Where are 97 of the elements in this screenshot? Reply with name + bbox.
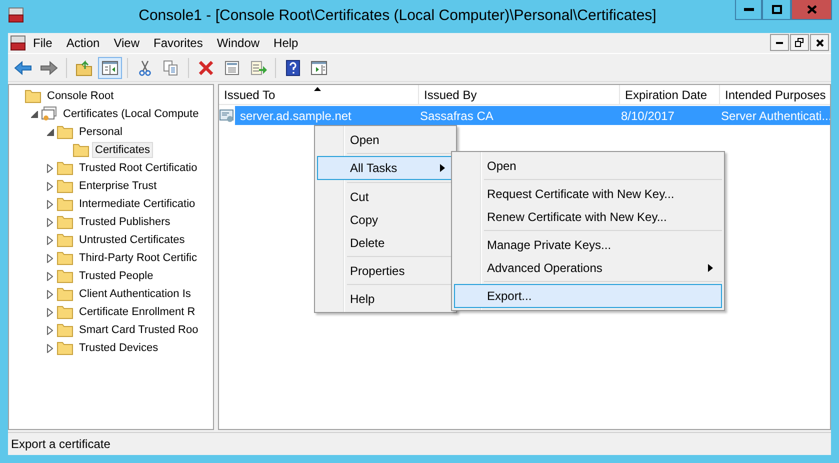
menu-bar-item[interactable]: Action [59,36,107,50]
minimize-icon [744,8,754,11]
menu-bar-item[interactable]: File [26,36,60,50]
collapsed-arrow-icon[interactable] [47,218,53,226]
collapsed-arrow-icon[interactable] [47,272,53,280]
collapsed-arrow-icon[interactable] [47,254,53,262]
maximize-button[interactable] [762,0,791,20]
folder-icon [57,125,73,139]
folder-up-icon [76,60,92,76]
menu-item[interactable]: Cut [317,185,454,208]
folder-icon [57,179,73,193]
close-button[interactable] [810,34,829,51]
menu-bar-item[interactable]: View [106,36,146,50]
column-header[interactable]: Intended Purposes [720,85,830,104]
minimize-icon [776,42,783,44]
folder-icon [57,305,73,319]
collapsed-arrow-icon[interactable] [47,236,53,244]
menu-item[interactable]: Help [317,287,454,310]
properties-icon [224,60,240,76]
folder-icon [57,161,73,175]
tree-item[interactable]: Certificate Enrollment R [76,304,198,320]
expanded-arrow-icon[interactable] [46,128,54,136]
tree-item[interactable]: Trusted Devices [76,340,162,356]
folder-icon [57,341,73,355]
menu-item[interactable]: Copy [317,208,454,231]
certificate-icon [219,108,235,124]
app-icon [8,7,24,23]
folder-icon [57,251,73,265]
menu-item[interactable]: Open [454,154,722,177]
folder-icon [57,269,73,283]
restore-button[interactable] [790,34,809,51]
help-icon [286,60,300,76]
menu-item[interactable]: Open [317,128,454,151]
table-cell: 8/10/2017 [616,106,716,125]
tree-item[interactable]: Enterprise Trust [76,178,160,194]
menu-item[interactable]: Properties [317,259,454,282]
tree-item[interactable]: Personal [76,124,126,140]
restore-icon [795,38,804,47]
collapsed-arrow-icon[interactable] [47,290,53,298]
folder-icon [73,143,89,157]
menu-item[interactable]: Renew Certificate with New Key... [454,205,722,228]
toolbar-button[interactable] [98,56,122,78]
column-header[interactable]: Issued To [219,85,419,104]
status-bar: Export a certificate [8,432,831,455]
action-pane-icon [311,60,327,74]
copy-icon [163,60,179,76]
menu-item[interactable]: Advanced Operations [454,256,722,279]
menu-item[interactable]: Delete [317,231,454,254]
back-arrow-icon [14,60,32,74]
collapsed-arrow-icon[interactable] [47,182,53,190]
tree-item[interactable]: Trusted Publishers [76,214,174,230]
menu-item[interactable]: Export... [454,284,722,308]
tree-item[interactable]: Third-Party Root Certific [76,250,200,266]
folder-icon [57,215,73,229]
tree-item[interactable]: Intermediate Certificatio [76,196,198,212]
tree-item[interactable]: Trusted People [76,268,156,284]
menu-bar-item[interactable]: Favorites [146,36,210,50]
minimize-button[interactable] [735,0,762,20]
collapsed-arrow-icon[interactable] [47,308,53,316]
column-header[interactable]: Expiration Date [620,85,720,104]
tree-item[interactable]: Client Authentication Is [76,286,194,302]
scissors-icon [138,60,152,76]
menu-item[interactable]: Request Certificate with New Key... [454,182,722,205]
tree-item[interactable]: Untrusted Certificates [76,232,188,248]
window-title: Console1 - [Console Root\Certificates (Local Computer)\Personal\Certificates] [138,7,658,24]
expanded-arrow-icon[interactable] [30,110,38,118]
minimize-button[interactable] [770,34,789,51]
console-tree-icon [102,60,118,74]
close-icon [816,38,824,46]
collapsed-arrow-icon[interactable] [47,344,53,352]
tree-item[interactable]: Trusted Root Certificatio [76,160,200,176]
menu-item[interactable]: Manage Private Keys... [454,233,722,256]
menu-item[interactable]: All Tasks [317,156,454,180]
folder-icon [57,287,73,301]
tree-item[interactable]: Console Root [44,88,117,104]
column-header[interactable]: Issued By [419,85,620,104]
app-icon [10,35,26,51]
tree-item[interactable]: Smart Card Trusted Roo [76,322,202,338]
forward-arrow-icon [40,60,58,74]
delete-icon [198,60,214,76]
folder-icon [57,323,73,337]
folder-icon [25,89,41,103]
collapsed-arrow-icon[interactable] [47,164,53,172]
menu-bar-item[interactable]: Help [266,36,306,50]
close-icon [806,5,816,14]
collapsed-arrow-icon[interactable] [47,200,53,208]
tree-item[interactable]: Certificates [92,142,154,158]
table-cell: server.ad.sample.net [235,106,415,125]
menu-bar-item[interactable]: Window [210,36,267,50]
folder-icon [57,197,73,211]
table-cell: Sassafras CA [415,106,616,125]
folder-icon [57,233,73,247]
maximize-icon [772,5,782,14]
export-list-icon [250,60,266,76]
certificate-store-icon [41,106,57,122]
collapsed-arrow-icon[interactable] [47,326,53,334]
tree-item[interactable]: Certificates (Local Compute [60,106,202,122]
